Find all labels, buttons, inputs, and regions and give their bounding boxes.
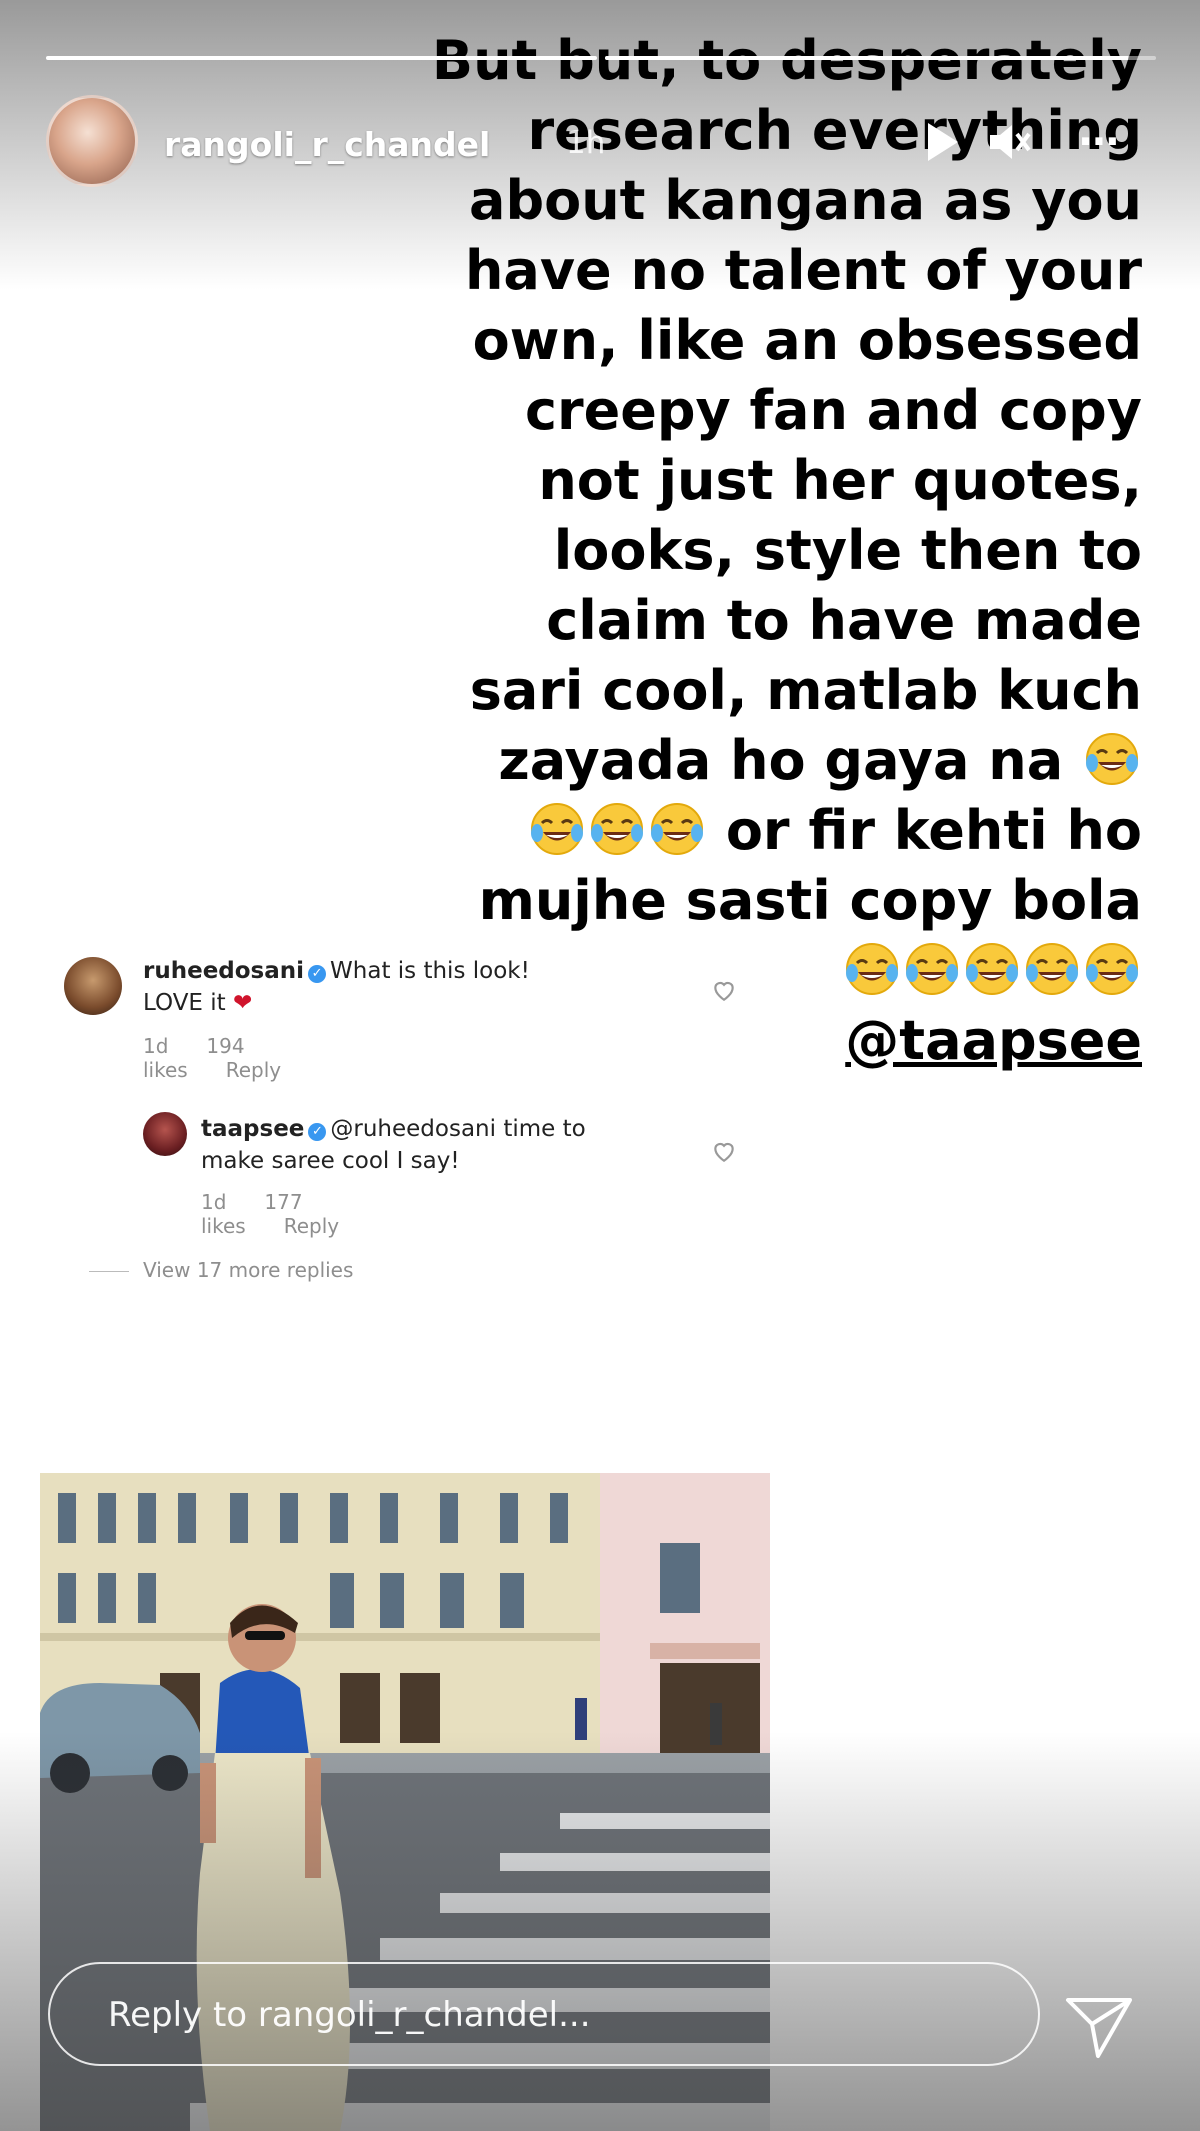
comment-reply-link[interactable]: Reply: [284, 1214, 339, 1238]
comment-mention[interactable]: @ruheedosani: [330, 1116, 496, 1142]
avatar: [64, 957, 122, 1015]
comment-age: 1d: [201, 1190, 227, 1214]
progress-segment: [605, 56, 1156, 60]
story-text-line: mujhe sasti copy bola: [478, 869, 1142, 932]
more-icon[interactable]: ⋯: [1076, 119, 1122, 165]
send-icon[interactable]: [1062, 1990, 1136, 2064]
verified-badge-icon: ✓: [308, 965, 327, 983]
comment-username: ruheedosani: [143, 958, 305, 984]
story-text-line: sari cool, matlab kuch: [469, 659, 1142, 722]
tears-of-joy-emoji-icon: [844, 941, 900, 997]
mute-icon[interactable]: [986, 119, 1032, 165]
comment-meta: 1d 194 likes Reply: [143, 1034, 319, 1082]
verified-badge-icon: ✓: [308, 1123, 327, 1141]
story-progress: [46, 56, 1156, 60]
avatar: [143, 1112, 187, 1156]
comment-age: 1d: [143, 1034, 169, 1058]
story-header: rangoli_r_chandel 1h ⋯: [46, 95, 1156, 191]
comment-reply-link[interactable]: Reply: [226, 1058, 281, 1082]
tears-of-joy-emoji-icon: [904, 941, 960, 997]
story-time: 1h: [566, 125, 606, 161]
tears-of-joy-emoji-icon: [589, 801, 645, 857]
progress-segment: [46, 56, 597, 60]
tears-of-joy-emoji-icon: [1084, 941, 1140, 997]
reply-input[interactable]: [106, 1986, 990, 2044]
story-text-line: not just her quotes,: [538, 449, 1142, 512]
reply-bar: [48, 1962, 1040, 2066]
bottom-gradient: [0, 1731, 1200, 2131]
mention-link[interactable]: @taapsee: [382, 1006, 1142, 1076]
story-text-line: But but, to desperately: [431, 29, 1142, 92]
tears-of-joy-emoji-icon: [1024, 941, 1080, 997]
story-username[interactable]: rangoli_r_chandel: [164, 125, 490, 164]
tears-of-joy-emoji-icon: [964, 941, 1020, 997]
like-heart-icon[interactable]: [711, 1138, 737, 1164]
story-text-line: have no talent of your: [464, 239, 1142, 302]
story-text-line: own, like an obsessed: [472, 309, 1142, 372]
tears-of-joy-emoji-icon: [1084, 731, 1140, 787]
story-text-line-with-emoji: or fir kehti ho: [382, 796, 1142, 866]
comment-username: taapsee: [201, 1116, 305, 1142]
tears-of-joy-emoji-icon: [649, 801, 705, 857]
heart-emoji-icon: ❤: [233, 990, 253, 1016]
emoji-row: [382, 936, 1142, 1006]
story-text-line: creepy fan and copy: [524, 379, 1142, 442]
tears-of-joy-emoji-icon: [529, 801, 585, 857]
story-text-line: claim to have made: [546, 589, 1142, 652]
view-more-replies-link[interactable]: View 17 more replies: [143, 1258, 353, 1282]
story-text-line-with-emoji: zayada ho gaya na: [382, 726, 1142, 796]
comment-meta: 1d 177 likes Reply: [201, 1190, 377, 1238]
play-icon[interactable]: [918, 119, 964, 165]
avatar[interactable]: [46, 95, 138, 187]
story-text-line: looks, style then to: [553, 519, 1142, 582]
